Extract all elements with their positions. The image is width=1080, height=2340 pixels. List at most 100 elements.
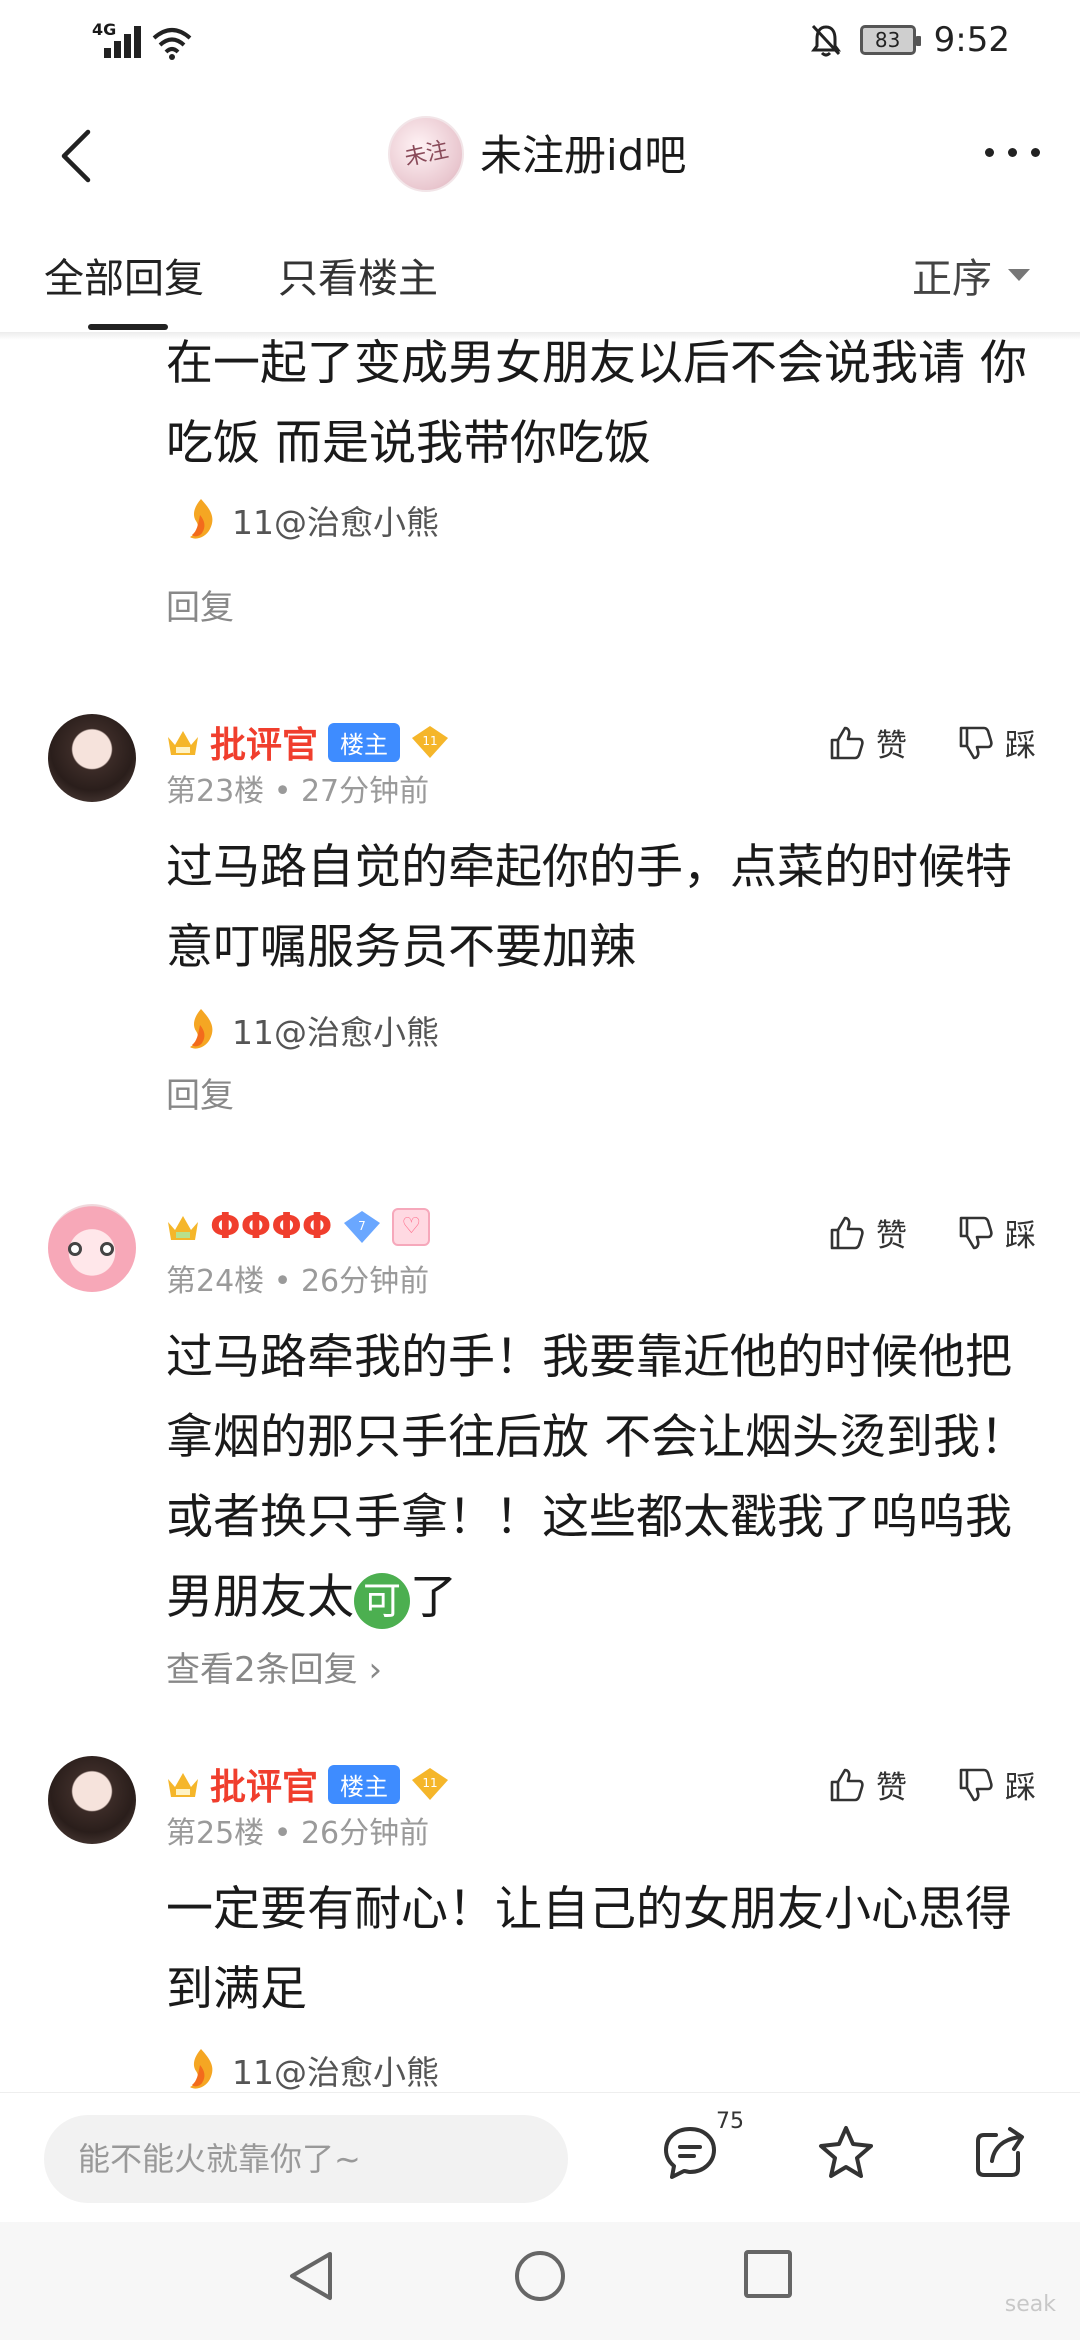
username-row: ΦΦΦΦ 7 ♡	[166, 1206, 431, 1247]
view-more-replies[interactable]: 查看2条回复 ›	[166, 1642, 382, 1691]
level-number: 11	[422, 1776, 437, 1790]
chevron-right-icon: ›	[368, 1650, 383, 1690]
dislike-button[interactable]: 踩	[957, 1210, 1036, 1255]
comment-input[interactable]: 能不能火就靠你了~	[44, 2115, 568, 2203]
tab-all-replies[interactable]: 全部回复	[44, 246, 204, 304]
star-icon[interactable]	[816, 2123, 876, 2183]
thumbs-down-icon	[959, 726, 993, 759]
level-badge-icon: 7	[344, 1210, 381, 1243]
sub-reply[interactable]: 11@治愈小熊	[184, 496, 439, 544]
avatar[interactable]	[48, 1204, 136, 1292]
floor-meta: 第25楼 • 26分钟前	[166, 1816, 430, 1851]
op-badge: 楼主	[328, 722, 401, 762]
sub-reply-user: 11@治愈小熊	[232, 2053, 439, 2092]
sub-reply[interactable]: 11@治愈小熊	[184, 1006, 439, 1054]
level-badge-icon: 11	[412, 726, 449, 758]
sort-label: 正序	[912, 256, 992, 302]
flame-icon	[190, 1009, 213, 1049]
thumbs-up-icon	[830, 1216, 864, 1249]
watermark: seak	[1004, 2292, 1056, 2317]
like-label: 赞	[876, 1770, 907, 1806]
username[interactable]: 批评官	[210, 716, 318, 768]
view-more-label: 查看2条回复	[166, 1650, 358, 1690]
floor-meta: 第24楼 • 26分钟前	[166, 1264, 430, 1299]
forum-avatar[interactable]: 未注	[388, 116, 464, 192]
like-label: 赞	[876, 728, 907, 764]
tab-active-indicator	[88, 324, 168, 330]
post-time: 26分钟前	[300, 1264, 430, 1299]
sub-reply-user: 11@治愈小熊	[232, 503, 439, 542]
system-nav-bar: seak	[0, 2222, 1080, 2340]
thumbs-down-icon	[959, 1216, 993, 1249]
status-bar: 4G 83 9:52	[0, 0, 1080, 84]
thumbs-down-icon	[959, 1768, 993, 1801]
like-button[interactable]: 赞	[828, 720, 907, 765]
flame-icon	[190, 2049, 213, 2089]
crown-icon	[168, 1773, 198, 1797]
nav-home-icon[interactable]	[512, 2248, 568, 2304]
nav-recents-icon[interactable]	[742, 2248, 794, 2300]
battery-level: 83	[874, 28, 901, 52]
post-text: 过马路自觉的牵起你的手，点菜的时候特意叮嘱服务员不要加辣	[166, 840, 1012, 975]
level-number: 7	[359, 1219, 367, 1233]
caret-down-icon	[1008, 269, 1030, 281]
battery-icon: 83	[859, 25, 921, 55]
tab-op-only[interactable]: 只看楼主	[278, 246, 438, 304]
mute-bell-icon	[810, 24, 841, 57]
wifi-icon	[152, 28, 192, 60]
reply-tabs: 全部回复 只看楼主 正序	[0, 232, 1080, 332]
reply-list[interactable]: 在一起了变成男女朋友以后不会说我请 你吃饭 而是说我带你吃饭 11@治愈小熊 回…	[0, 336, 1080, 2092]
comment-icon[interactable]	[660, 2123, 720, 2183]
emoji-ke: 可	[354, 1572, 410, 1629]
dislike-label: 踩	[1005, 728, 1036, 764]
like-label: 赞	[876, 1218, 907, 1254]
floor-number: 第23楼	[166, 774, 265, 809]
avatar[interactable]	[48, 714, 136, 802]
dislike-button[interactable]: 踩	[957, 1762, 1036, 1807]
back-arrow-icon[interactable]	[58, 128, 92, 184]
dislike-label: 踩	[1005, 1770, 1036, 1806]
crown-icon	[168, 731, 198, 755]
avatar[interactable]	[48, 1756, 136, 1844]
crown-icon	[168, 1215, 198, 1240]
dislike-label: 踩	[1005, 1218, 1036, 1254]
like-button[interactable]: 赞	[828, 1210, 907, 1255]
signal-icon	[104, 26, 142, 58]
flame-icon	[190, 499, 213, 539]
bottom-action-bar: 能不能火就靠你了~ 75	[0, 2092, 1080, 2222]
username[interactable]: 批评官	[210, 1758, 318, 1810]
post-text: 一定要有耐心！让自己的女朋友小心思得到满足	[166, 1882, 1012, 2017]
reply-button[interactable]: 回复	[166, 1068, 234, 1117]
nav-header: 未注 未注册id吧	[0, 100, 1080, 210]
post-text: 过马路牵我的手！我要靠近他的时候他把拿烟的那只手往后放 不会让烟头烫到我！或者换…	[166, 1318, 1046, 1638]
post-actions: 赞 踩	[828, 1762, 1036, 1807]
signal-area: 4G	[92, 20, 192, 60]
floor-number: 第24楼	[166, 1264, 265, 1299]
username-row: 批评官 楼主 11	[166, 1758, 450, 1810]
op-badge: 楼主	[328, 1764, 401, 1804]
reply-button[interactable]: 回复	[166, 580, 234, 629]
thumbs-up-icon	[830, 726, 864, 759]
forum-title[interactable]: 未注册id吧	[480, 122, 686, 183]
thumbs-up-icon	[830, 1768, 864, 1801]
level-badge-icon: 11	[412, 1768, 449, 1800]
username-row: 批评官 楼主 11	[166, 716, 450, 768]
post-text: 在一起了变成男女朋友以后不会说我请 你吃饭 而是说我带你吃饭	[166, 336, 1027, 471]
comment-count: 75	[716, 2109, 744, 2134]
status-right: 83 9:52	[810, 20, 1010, 60]
post-time: 27分钟前	[300, 774, 430, 809]
clock: 9:52	[933, 20, 1010, 60]
post-actions: 赞 踩	[828, 720, 1036, 765]
sub-reply[interactable]: 11@治愈小熊	[184, 2046, 439, 2092]
floor-meta: 第23楼 • 27分钟前	[166, 774, 430, 809]
more-menu-icon[interactable]	[985, 148, 1040, 157]
level-number: 11	[422, 734, 437, 748]
nav-back-icon[interactable]	[286, 2248, 336, 2304]
post-time: 26分钟前	[300, 1816, 430, 1851]
username[interactable]: ΦΦΦΦ	[210, 1206, 332, 1247]
share-icon[interactable]	[970, 2123, 1030, 2183]
floor-number: 第25楼	[166, 1816, 265, 1851]
like-button[interactable]: 赞	[828, 1762, 907, 1807]
dislike-button[interactable]: 踩	[957, 720, 1036, 765]
sort-dropdown[interactable]: 正序	[912, 246, 1030, 304]
